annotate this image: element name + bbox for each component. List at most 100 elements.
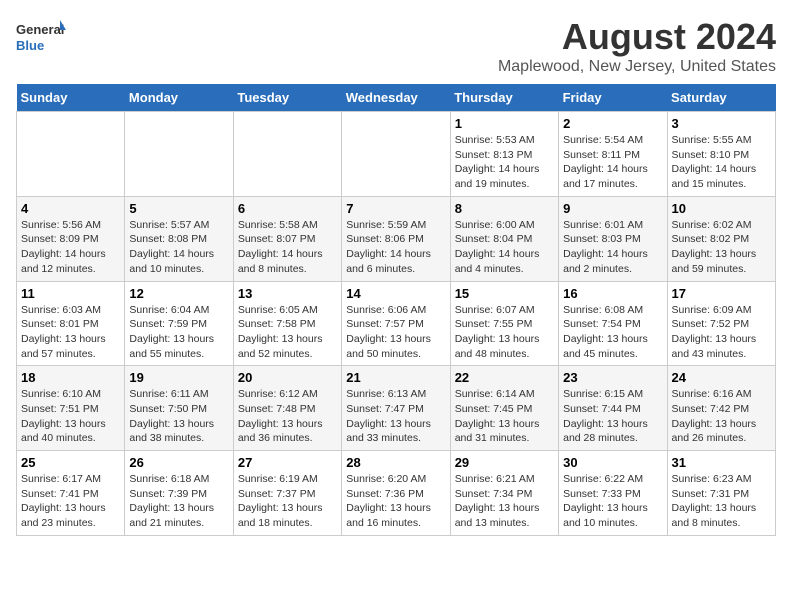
day-cell: 25 Sunrise: 6:17 AM Sunset: 7:41 PM Dayli… — [17, 451, 125, 536]
main-title: August 2024 — [498, 16, 776, 58]
day-cell: 15 Sunrise: 6:07 AM Sunset: 7:55 PM Dayli… — [450, 281, 558, 366]
day-cell — [125, 112, 233, 197]
day-number: 30 — [563, 455, 662, 470]
day-info: Sunrise: 6:18 AM Sunset: 7:39 PM Dayligh… — [129, 473, 214, 529]
week-row-4: 18 Sunrise: 6:10 AM Sunset: 7:51 PM Dayli… — [17, 366, 776, 451]
day-cell — [342, 112, 450, 197]
day-cell: 30 Sunrise: 6:22 AM Sunset: 7:33 PM Dayli… — [559, 451, 667, 536]
day-number: 16 — [563, 286, 662, 301]
day-number: 14 — [346, 286, 445, 301]
day-info: Sunrise: 5:57 AM Sunset: 8:08 PM Dayligh… — [129, 219, 214, 275]
day-number: 27 — [238, 455, 337, 470]
day-cell: 28Sunrise: 6:20 AM Sunset: 7:36 PM Dayli… — [342, 451, 450, 536]
day-number: 20 — [238, 370, 337, 385]
logo: General Blue — [16, 16, 66, 56]
day-info: Sunrise: 5:55 AM Sunset: 8:10 PM Dayligh… — [672, 134, 757, 190]
header-row: SundayMondayTuesdayWednesdayThursdayFrid… — [17, 84, 776, 112]
week-row-1: 1Sunrise: 5:53 AM Sunset: 8:13 PM Daylig… — [17, 112, 776, 197]
day-info: Sunrise: 6:14 AM Sunset: 7:45 PM Dayligh… — [455, 388, 540, 444]
day-info: Sunrise: 5:54 AM Sunset: 8:11 PM Dayligh… — [563, 134, 648, 190]
day-info: Sunrise: 6:12 AM Sunset: 7:48 PM Dayligh… — [238, 388, 323, 444]
day-number: 5 — [129, 201, 228, 216]
day-cell: 27 Sunrise: 6:19 AM Sunset: 7:37 PM Dayli… — [233, 451, 341, 536]
header-cell-tuesday: Tuesday — [233, 84, 341, 112]
day-cell: 10 Sunrise: 6:02 AM Sunset: 8:02 PM Dayli… — [667, 196, 775, 281]
svg-text:Blue: Blue — [16, 38, 44, 53]
header-cell-saturday: Saturday — [667, 84, 775, 112]
day-info: Sunrise: 6:06 AM Sunset: 7:57 PM Dayligh… — [346, 304, 431, 360]
day-number: 23 — [563, 370, 662, 385]
day-cell: 20 Sunrise: 6:12 AM Sunset: 7:48 PM Dayli… — [233, 366, 341, 451]
day-number: 28 — [346, 455, 445, 470]
day-number: 21 — [346, 370, 445, 385]
day-info: Sunrise: 6:11 AM Sunset: 7:50 PM Dayligh… — [129, 388, 214, 444]
calendar-table: SundayMondayTuesdayWednesdayThursdayFrid… — [16, 84, 776, 536]
day-cell: 9 Sunrise: 6:01 AM Sunset: 8:03 PM Daylig… — [559, 196, 667, 281]
day-cell: 26 Sunrise: 6:18 AM Sunset: 7:39 PM Dayli… — [125, 451, 233, 536]
day-number: 12 — [129, 286, 228, 301]
day-info: Sunrise: 6:03 AM Sunset: 8:01 PM Dayligh… — [21, 304, 106, 360]
day-info: Sunrise: 6:22 AM Sunset: 7:33 PM Dayligh… — [563, 473, 648, 529]
day-info: Sunrise: 6:08 AM Sunset: 7:54 PM Dayligh… — [563, 304, 648, 360]
day-number: 18 — [21, 370, 120, 385]
day-info: Sunrise: 6:16 AM Sunset: 7:42 PM Dayligh… — [672, 388, 757, 444]
day-cell — [17, 112, 125, 197]
day-info: Sunrise: 6:17 AM Sunset: 7:41 PM Dayligh… — [21, 473, 106, 529]
day-cell: 24Sunrise: 6:16 AM Sunset: 7:42 PM Dayli… — [667, 366, 775, 451]
day-number: 25 — [21, 455, 120, 470]
day-number: 19 — [129, 370, 228, 385]
day-info: Sunrise: 6:21 AM Sunset: 7:34 PM Dayligh… — [455, 473, 540, 529]
header: General Blue August 2024 Maplewood, New … — [16, 16, 776, 76]
day-number: 2 — [563, 116, 662, 131]
day-cell: 3 Sunrise: 5:55 AM Sunset: 8:10 PM Daylig… — [667, 112, 775, 197]
day-cell: 1Sunrise: 5:53 AM Sunset: 8:13 PM Daylig… — [450, 112, 558, 197]
day-info: Sunrise: 6:02 AM Sunset: 8:02 PM Dayligh… — [672, 219, 757, 275]
day-number: 22 — [455, 370, 554, 385]
day-cell: 12 Sunrise: 6:04 AM Sunset: 7:59 PM Dayli… — [125, 281, 233, 366]
day-cell: 2 Sunrise: 5:54 AM Sunset: 8:11 PM Daylig… — [559, 112, 667, 197]
day-info: Sunrise: 6:19 AM Sunset: 7:37 PM Dayligh… — [238, 473, 323, 529]
header-cell-wednesday: Wednesday — [342, 84, 450, 112]
day-info: Sunrise: 6:04 AM Sunset: 7:59 PM Dayligh… — [129, 304, 214, 360]
day-cell: 8 Sunrise: 6:00 AM Sunset: 8:04 PM Daylig… — [450, 196, 558, 281]
day-info: Sunrise: 5:56 AM Sunset: 8:09 PM Dayligh… — [21, 219, 106, 275]
header-cell-friday: Friday — [559, 84, 667, 112]
day-cell: 19 Sunrise: 6:11 AM Sunset: 7:50 PM Dayli… — [125, 366, 233, 451]
day-cell — [233, 112, 341, 197]
day-cell: 29Sunrise: 6:21 AM Sunset: 7:34 PM Dayli… — [450, 451, 558, 536]
day-cell: 5 Sunrise: 5:57 AM Sunset: 8:08 PM Daylig… — [125, 196, 233, 281]
day-cell: 18 Sunrise: 6:10 AM Sunset: 7:51 PM Dayli… — [17, 366, 125, 451]
day-number: 8 — [455, 201, 554, 216]
day-info: Sunrise: 5:59 AM Sunset: 8:06 PM Dayligh… — [346, 219, 431, 275]
day-info: Sunrise: 6:01 AM Sunset: 8:03 PM Dayligh… — [563, 219, 648, 275]
day-info: Sunrise: 5:58 AM Sunset: 8:07 PM Dayligh… — [238, 219, 323, 275]
day-cell: 6Sunrise: 5:58 AM Sunset: 8:07 PM Daylig… — [233, 196, 341, 281]
day-info: Sunrise: 6:13 AM Sunset: 7:47 PM Dayligh… — [346, 388, 431, 444]
day-info: Sunrise: 6:00 AM Sunset: 8:04 PM Dayligh… — [455, 219, 540, 275]
day-number: 26 — [129, 455, 228, 470]
svg-text:General: General — [16, 22, 64, 37]
week-row-2: 4 Sunrise: 5:56 AM Sunset: 8:09 PM Daylig… — [17, 196, 776, 281]
day-info: Sunrise: 6:10 AM Sunset: 7:51 PM Dayligh… — [21, 388, 106, 444]
day-cell: 23 Sunrise: 6:15 AM Sunset: 7:44 PM Dayli… — [559, 366, 667, 451]
day-info: Sunrise: 6:15 AM Sunset: 7:44 PM Dayligh… — [563, 388, 648, 444]
header-cell-monday: Monday — [125, 84, 233, 112]
header-cell-sunday: Sunday — [17, 84, 125, 112]
day-cell: 16 Sunrise: 6:08 AM Sunset: 7:54 PM Dayli… — [559, 281, 667, 366]
day-cell: 11 Sunrise: 6:03 AM Sunset: 8:01 PM Dayli… — [17, 281, 125, 366]
day-number: 17 — [672, 286, 771, 301]
day-number: 9 — [563, 201, 662, 216]
day-number: 3 — [672, 116, 771, 131]
week-row-3: 11 Sunrise: 6:03 AM Sunset: 8:01 PM Dayli… — [17, 281, 776, 366]
day-info: Sunrise: 6:09 AM Sunset: 7:52 PM Dayligh… — [672, 304, 757, 360]
day-number: 15 — [455, 286, 554, 301]
title-area: August 2024 Maplewood, New Jersey, Unite… — [498, 16, 776, 76]
day-number: 10 — [672, 201, 771, 216]
day-cell: 4 Sunrise: 5:56 AM Sunset: 8:09 PM Daylig… — [17, 196, 125, 281]
day-info: Sunrise: 6:05 AM Sunset: 7:58 PM Dayligh… — [238, 304, 323, 360]
day-number: 4 — [21, 201, 120, 216]
day-cell: 31Sunrise: 6:23 AM Sunset: 7:31 PM Dayli… — [667, 451, 775, 536]
day-info: Sunrise: 6:07 AM Sunset: 7:55 PM Dayligh… — [455, 304, 540, 360]
day-cell: 7Sunrise: 5:59 AM Sunset: 8:06 PM Daylig… — [342, 196, 450, 281]
day-number: 11 — [21, 286, 120, 301]
